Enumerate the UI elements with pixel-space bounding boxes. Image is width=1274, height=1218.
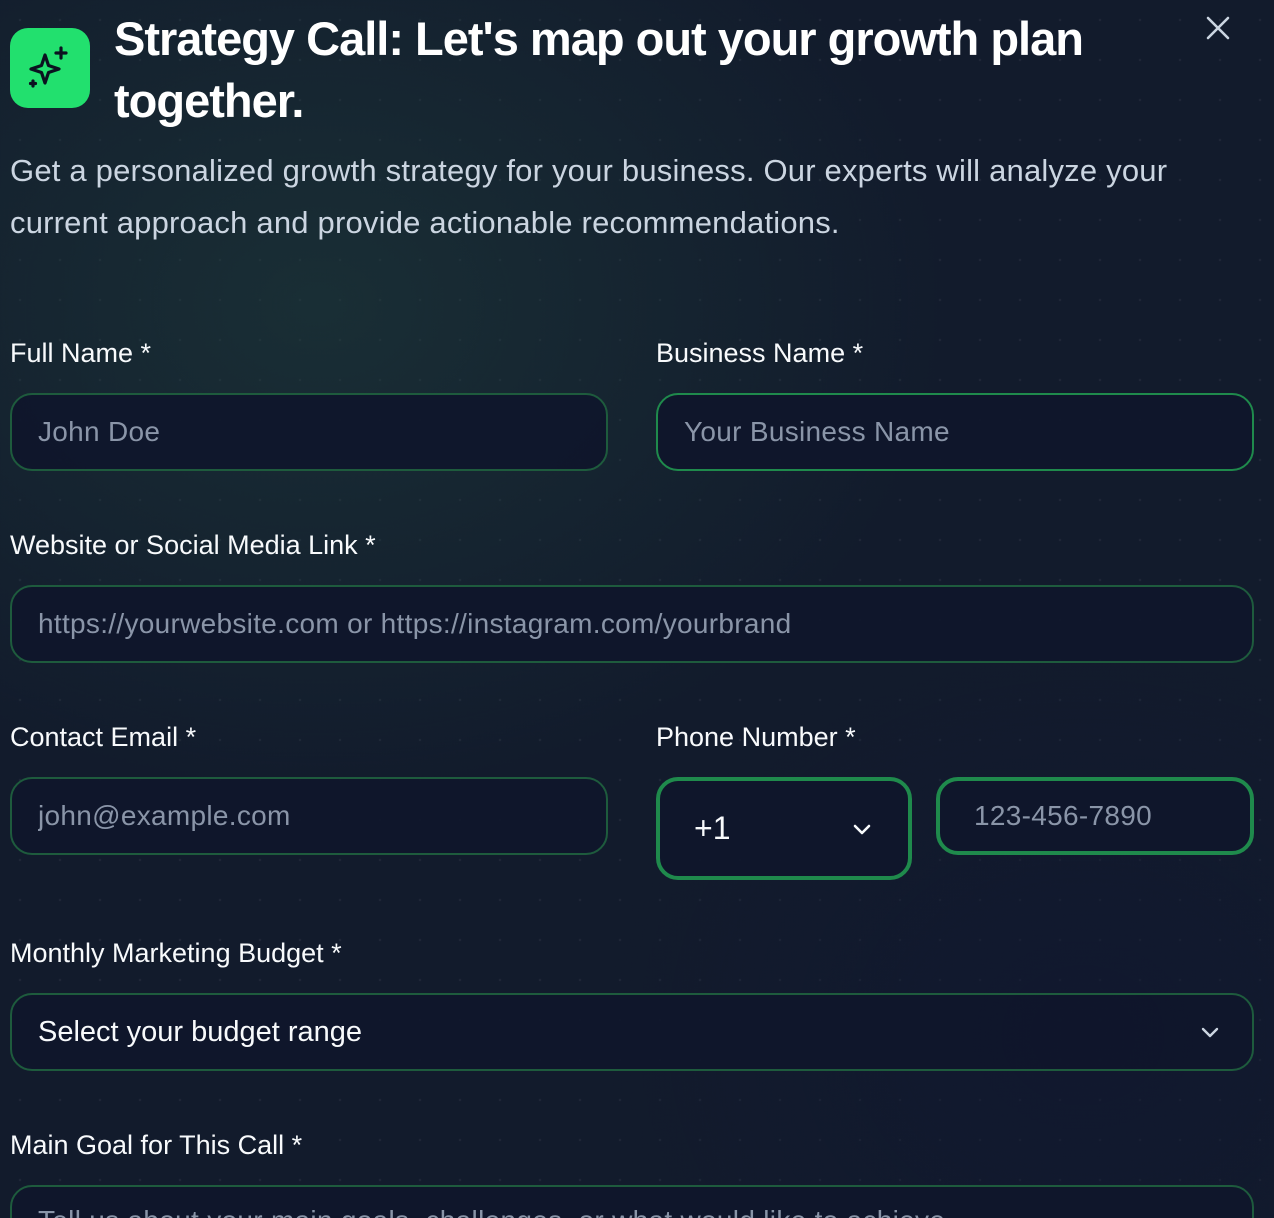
phone-label: Phone Number * [656, 722, 856, 752]
budget-select-value: Select your budget range [38, 1015, 363, 1048]
budget-select[interactable]: Select your budget range [10, 993, 1254, 1071]
email-label: Contact Email * [10, 722, 197, 752]
full-name-field[interactable] [10, 393, 608, 471]
email-input[interactable] [38, 800, 580, 832]
country-code-select[interactable]: +1 [656, 777, 912, 880]
full-name-input[interactable] [38, 416, 580, 448]
full-name-label: Full Name * [10, 338, 152, 368]
sparkles-icon [28, 46, 68, 88]
page-title: Strategy Call: Let's map out your growth… [114, 12, 1084, 127]
chevron-down-icon [1201, 1027, 1219, 1038]
close-button[interactable] [1198, 8, 1238, 48]
chevron-down-icon [853, 824, 871, 834]
budget-label: Monthly Marketing Budget * [10, 938, 342, 968]
website-field[interactable] [10, 585, 1254, 663]
phone-field[interactable] [936, 777, 1254, 855]
business-name-field[interactable] [656, 393, 1254, 471]
goal-field[interactable] [10, 1185, 1254, 1218]
business-name-input[interactable] [684, 416, 1226, 448]
website-input[interactable] [38, 608, 1226, 640]
goal-textarea[interactable] [38, 1203, 1226, 1218]
website-label: Website or Social Media Link * [10, 530, 376, 560]
close-icon [1206, 16, 1230, 40]
country-code-value: +1 [694, 810, 731, 846]
business-name-label: Business Name * [656, 338, 864, 368]
sparkles-logo [10, 28, 90, 108]
phone-input[interactable] [974, 800, 1216, 832]
page-subtitle: Get a personalized growth strategy for y… [10, 153, 1168, 240]
goal-label: Main Goal for This Call * [10, 1130, 303, 1160]
email-field[interactable] [10, 777, 608, 855]
